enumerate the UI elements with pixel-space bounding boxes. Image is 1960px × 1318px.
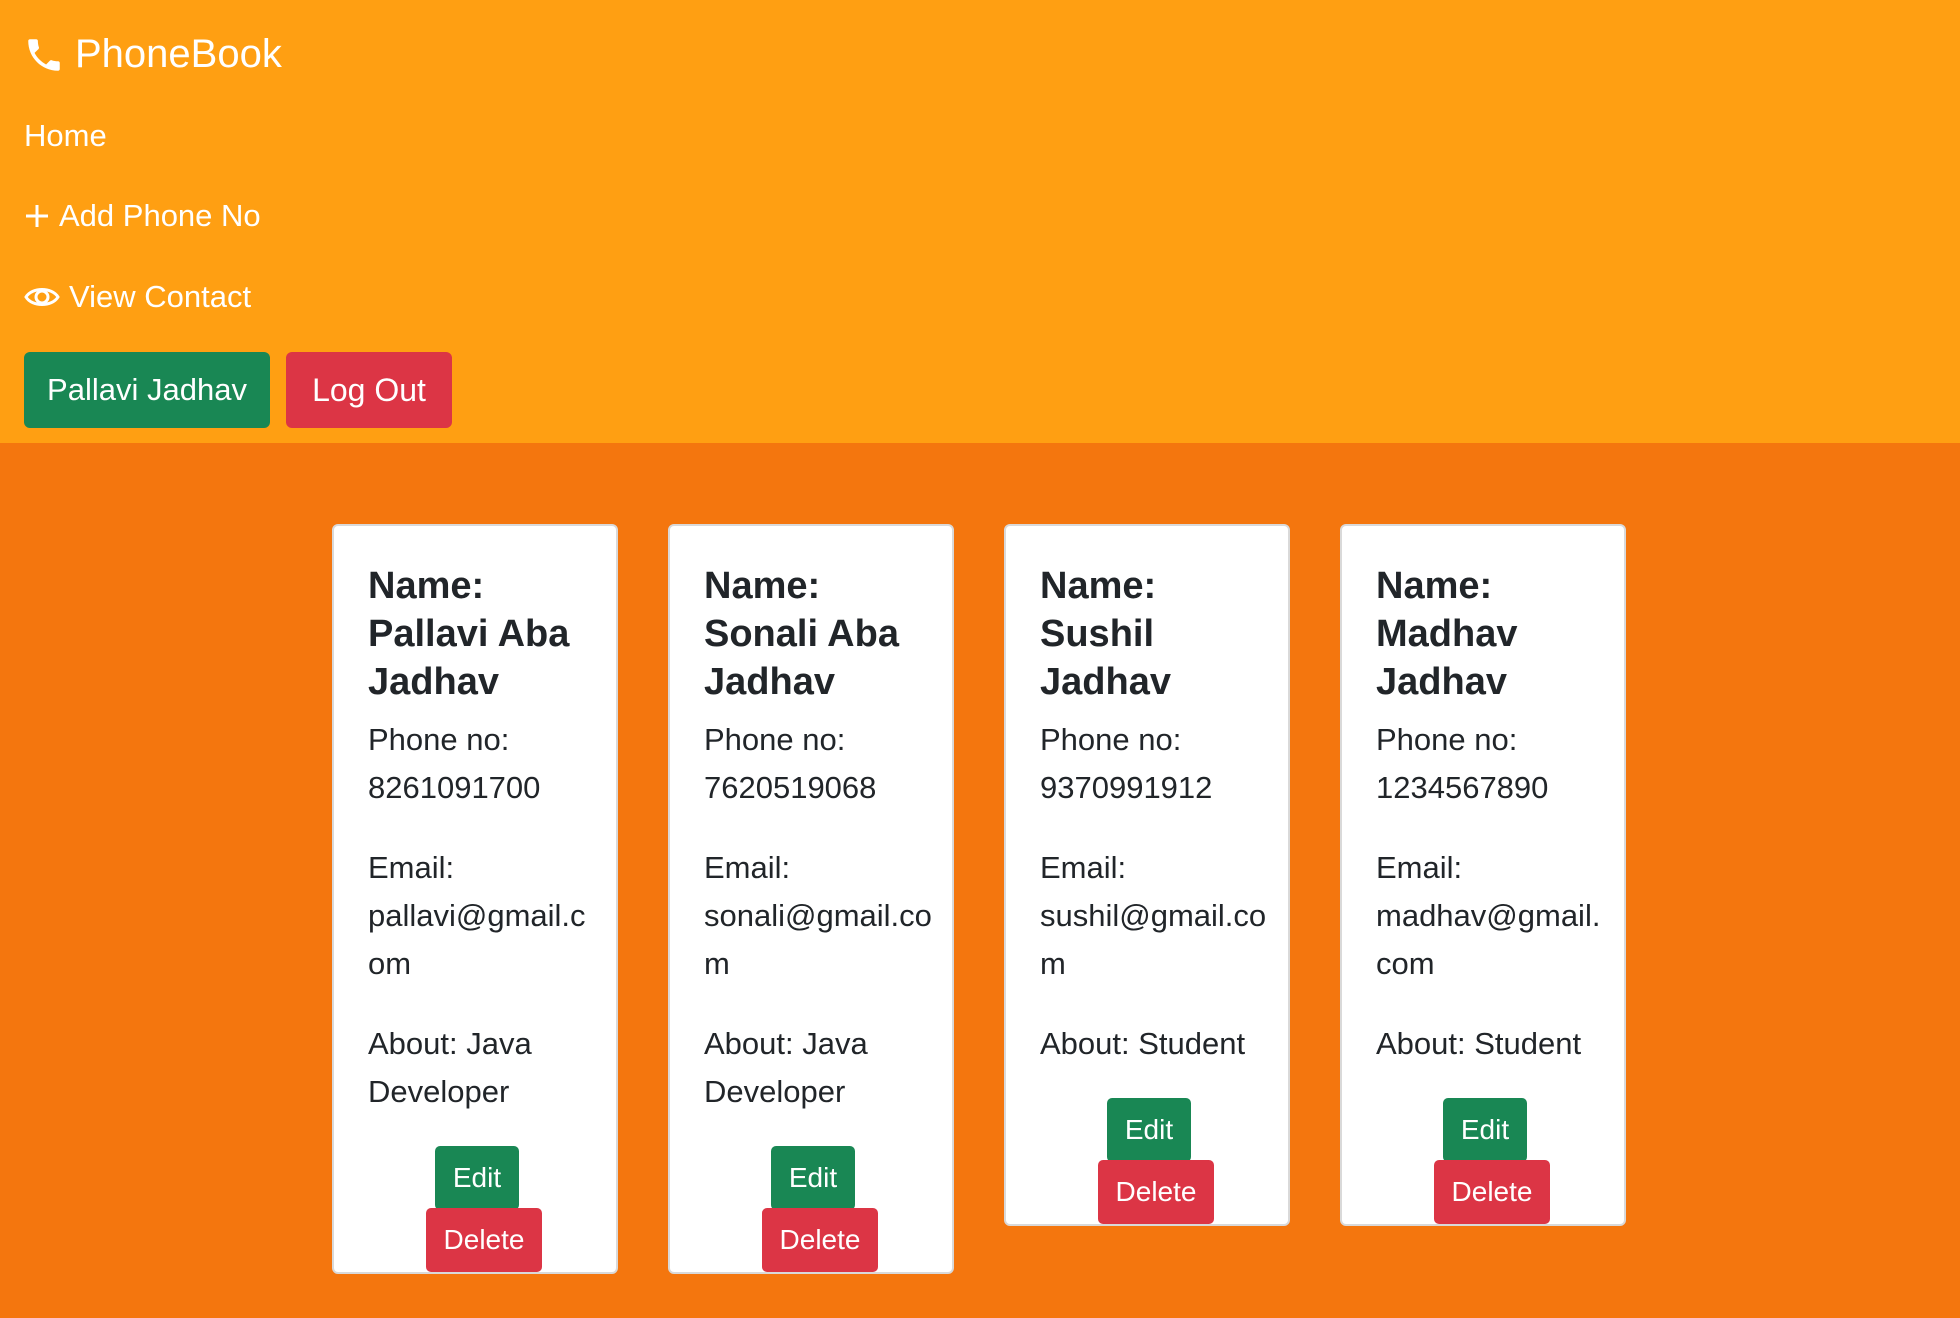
nav-view-contact-link[interactable]: View Contact xyxy=(24,274,251,320)
contact-phone: Phone no: 8261091700 xyxy=(368,722,541,805)
contact-actions: Edit Delete xyxy=(1006,1098,1292,1224)
contact-phone: Phone no: 7620519068 xyxy=(704,722,877,805)
contact-card: Name: Sushil Jadhav Phone no: 9370991912… xyxy=(1004,524,1290,1226)
edit-contact-button[interactable]: Edit xyxy=(435,1146,519,1210)
contact-email: Email: sushil@gmail.com xyxy=(1040,850,1267,981)
brand-label: PhoneBook xyxy=(75,32,282,76)
phone-icon xyxy=(28,38,60,71)
contact-phone: Phone no: 9370991912 xyxy=(1040,722,1213,805)
contact-about: About: Java Developer xyxy=(704,1026,868,1109)
contact-card: Name: Sonali Aba Jadhav Phone no: 762051… xyxy=(668,524,954,1274)
contact-card: Name: Madhav Jadhav Phone no: 1234567890… xyxy=(1340,524,1626,1226)
contact-card-body: Name: Madhav Jadhav Phone no: 1234567890… xyxy=(1342,526,1624,1224)
brand-link[interactable]: PhoneBook xyxy=(23,32,282,77)
plus-icon xyxy=(26,205,48,227)
contact-email: Email: sonali@gmail.com xyxy=(704,850,932,981)
contact-actions: Edit Delete xyxy=(670,1146,956,1272)
delete-contact-button[interactable]: Delete xyxy=(426,1208,542,1272)
navbar: PhoneBook Home Add Phone No View Contact… xyxy=(0,0,1960,443)
delete-contact-button[interactable]: Delete xyxy=(762,1208,878,1272)
contact-name: Name: Sonali Aba Jadhav xyxy=(704,565,899,703)
contact-card: Name: Pallavi Aba Jadhav Phone no: 82610… xyxy=(332,524,618,1274)
nav-view-contact-label: View Contact xyxy=(69,279,252,314)
contact-about: About: Student xyxy=(1040,1026,1246,1061)
delete-contact-button[interactable]: Delete xyxy=(1098,1160,1214,1224)
contact-actions: Edit Delete xyxy=(334,1146,620,1272)
contact-about: About: Student xyxy=(1376,1026,1582,1061)
contact-email: Email: madhav@gmail.com xyxy=(1376,850,1601,981)
contact-card-body: Name: Sushil Jadhav Phone no: 9370991912… xyxy=(1006,526,1288,1224)
nav-home-link[interactable]: Home xyxy=(24,113,107,159)
logout-button[interactable]: Log Out xyxy=(286,352,452,428)
edit-contact-button[interactable]: Edit xyxy=(1107,1098,1191,1162)
contact-name: Name: Sushil Jadhav xyxy=(1040,565,1171,703)
contact-card-body: Name: Pallavi Aba Jadhav Phone no: 82610… xyxy=(334,526,616,1272)
contact-name: Name: Pallavi Aba Jadhav xyxy=(368,565,570,703)
contact-name: Name: Madhav Jadhav xyxy=(1376,565,1518,703)
contact-phone: Phone no: 1234567890 xyxy=(1376,722,1549,805)
edit-contact-button[interactable]: Edit xyxy=(771,1146,855,1210)
current-user-button[interactable]: Pallavi Jadhav xyxy=(24,352,270,428)
contact-email: Email: pallavi@gmail.com xyxy=(368,850,586,981)
contact-card-body: Name: Sonali Aba Jadhav Phone no: 762051… xyxy=(670,526,952,1272)
edit-contact-button[interactable]: Edit xyxy=(1443,1098,1527,1162)
delete-contact-button[interactable]: Delete xyxy=(1434,1160,1550,1224)
nav-add-phone-label: Add Phone No xyxy=(59,198,261,233)
eye-icon xyxy=(24,288,60,306)
nav-home-label: Home xyxy=(24,118,107,153)
contact-about: About: Java Developer xyxy=(368,1026,532,1109)
contact-actions: Edit Delete xyxy=(1342,1098,1628,1224)
nav-add-phone-link[interactable]: Add Phone No xyxy=(24,193,261,239)
